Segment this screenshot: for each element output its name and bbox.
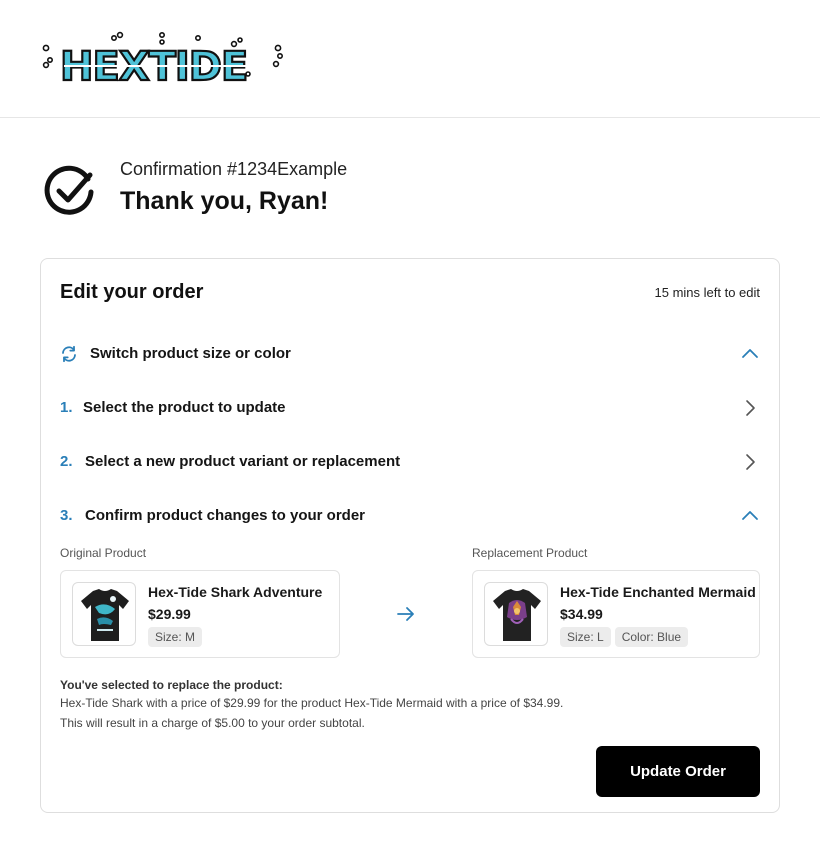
replacement-product-heading: Replacement Product: [472, 546, 588, 560]
check-circle-icon: [44, 165, 94, 215]
switch-size-color-label: Switch product size or color: [90, 345, 291, 362]
site-header: HEXTIDE: [0, 0, 820, 118]
chevron-right-icon[interactable]: [740, 452, 760, 472]
step-number: 3.: [60, 507, 73, 524]
original-product-heading: Original Product: [60, 546, 147, 560]
replacement-summary: You've selected to replace the product: …: [60, 677, 680, 733]
confirmation-block: Confirmation #1234Example Thank you, Rya…: [44, 158, 744, 228]
product-price: $29.99: [148, 606, 191, 622]
step-label: Select the product to update: [83, 399, 286, 416]
arrow-right-icon: [397, 607, 414, 621]
step-label: Select a new product variant or replacem…: [85, 453, 401, 470]
chevron-right-icon[interactable]: [740, 398, 760, 418]
product-image: [484, 582, 548, 646]
confirmation-number: Confirmation #1234Example: [120, 159, 348, 179]
update-order-button[interactable]: Update Order: [596, 746, 760, 797]
time-left-text: 15 mins left to edit: [654, 285, 761, 300]
product-tags: Size: M: [148, 627, 203, 647]
edit-order-card: Edit your order 15 mins left to edit Swi…: [40, 258, 780, 813]
edit-order-title: Edit your order: [60, 281, 204, 303]
step-number: 2.: [60, 453, 73, 470]
product-tags: Size: L Color: Blue: [560, 627, 689, 647]
sync-icon: [62, 345, 76, 363]
switch-size-color-toggle[interactable]: Switch product size or color: [60, 342, 760, 366]
product-price: $34.99: [560, 606, 603, 622]
product-name: Hex-Tide Enchanted Mermaid: [560, 584, 756, 600]
step-1-row[interactable]: 1. Select the product to update: [60, 396, 760, 420]
color-tag: Color: Blue: [614, 627, 689, 647]
size-tag: Size: L: [560, 627, 611, 647]
product-image: [72, 582, 136, 646]
chevron-up-icon[interactable]: [740, 506, 760, 526]
size-tag: Size: M: [148, 627, 203, 647]
step-3-row[interactable]: 3. Confirm product changes to your order: [60, 504, 760, 528]
summary-line: Hex-Tide Shark with a price of $29.99 fo…: [60, 696, 564, 710]
chevron-up-icon[interactable]: [740, 344, 760, 364]
thank-you-heading: Thank you, Ryan!: [120, 187, 329, 215]
summary-title: You've selected to replace the product:: [60, 678, 283, 692]
product-name: Hex-Tide Shark Adventure: [148, 584, 323, 600]
summary-line: This will result in a charge of $5.00 to…: [60, 716, 365, 730]
step-label: Confirm product changes to your order: [85, 507, 366, 524]
step-2-row[interactable]: 2. Select a new product variant or repla…: [60, 450, 760, 474]
hextide-logo[interactable]: HEXTIDE: [40, 30, 286, 90]
replacement-product-card: Hex-Tide Enchanted Mermaid $34.99 Size: …: [472, 570, 760, 658]
original-product-card: Hex-Tide Shark Adventure $29.99 Size: M: [60, 570, 340, 658]
step-number: 1.: [60, 399, 73, 416]
